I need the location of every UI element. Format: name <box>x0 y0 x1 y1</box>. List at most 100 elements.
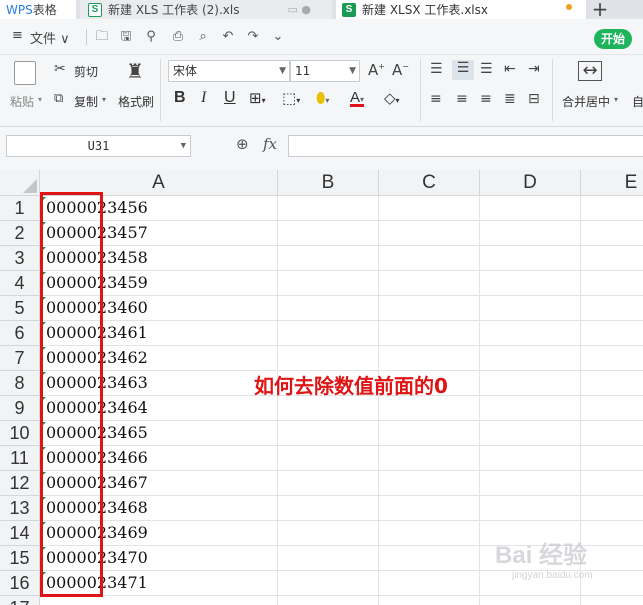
grid-cell[interactable] <box>278 571 379 596</box>
merge-center-icon[interactable]: ↔ <box>578 61 602 81</box>
paste-dropdown-icon[interactable]: ▾ <box>38 95 42 104</box>
grid-cell[interactable] <box>581 371 643 396</box>
justify-icon[interactable]: ≣ <box>504 91 516 107</box>
grid-cell[interactable] <box>581 421 643 446</box>
font-name-select[interactable]: 宋体 ▼ <box>168 60 290 82</box>
grid-cell[interactable] <box>581 546 643 571</box>
grid-cell[interactable] <box>480 446 581 471</box>
grid-cell[interactable] <box>581 471 643 496</box>
copy-dropdown-icon[interactable]: ▾ <box>102 95 106 104</box>
align-center-icon[interactable]: ≡ <box>456 91 468 107</box>
grid-cell[interactable] <box>379 596 480 605</box>
grid-cell[interactable] <box>278 421 379 446</box>
grid-cell[interactable] <box>379 446 480 471</box>
menu-icon[interactable]: ≡ <box>12 28 23 43</box>
grid-cell[interactable] <box>581 446 643 471</box>
grid-cell[interactable] <box>278 546 379 571</box>
zoom-icon[interactable]: ⊕ <box>236 135 249 153</box>
grid-cell[interactable] <box>379 471 480 496</box>
grid-cell[interactable] <box>581 396 643 421</box>
cell-a[interactable]: 0000023467 <box>40 471 278 496</box>
grid-cell[interactable] <box>480 196 581 221</box>
row-header[interactable]: 14 <box>0 521 40 546</box>
column-header-e[interactable]: E <box>581 170 643 196</box>
grid-cell[interactable] <box>379 321 480 346</box>
grid-cell[interactable] <box>278 196 379 221</box>
row-header[interactable]: 12 <box>0 471 40 496</box>
grid-cell[interactable] <box>278 521 379 546</box>
paste-icon[interactable] <box>14 61 36 85</box>
align-middle-icon[interactable]: ☰ <box>452 60 474 80</box>
italic-button[interactable]: I <box>201 89 206 107</box>
grid-cell[interactable] <box>379 296 480 321</box>
redo-icon[interactable]: ↷ <box>245 29 261 45</box>
row-header[interactable]: 10 <box>0 421 40 446</box>
grid-cell[interactable] <box>581 196 643 221</box>
highlight-color-icon[interactable]: ⬮▾ <box>316 89 329 107</box>
increase-indent-icon[interactable]: ⇥ <box>528 61 540 77</box>
grid-cell[interactable] <box>278 396 379 421</box>
distributed-align-icon[interactable]: ⊟ <box>528 91 540 107</box>
align-bottom-icon[interactable]: ☰ <box>480 61 493 77</box>
borders-icon[interactable]: ⊞▾ <box>249 89 266 107</box>
cell-a[interactable]: 0000023461 <box>40 321 278 346</box>
grid-cell[interactable] <box>278 321 379 346</box>
row-header[interactable]: 3 <box>0 246 40 271</box>
undo-icon[interactable]: ↶ <box>220 29 236 45</box>
copy-icon[interactable]: ⧉ <box>54 91 63 106</box>
grid-cell[interactable] <box>581 296 643 321</box>
merge-dropdown-icon[interactable]: ▾ <box>614 95 618 104</box>
row-header[interactable]: 9 <box>0 396 40 421</box>
print-preview-icon[interactable]: ⌕ <box>195 29 211 45</box>
row-header[interactable]: 16 <box>0 571 40 596</box>
cell-a[interactable]: 0000023457 <box>40 221 278 246</box>
open-folder-icon[interactable]: 🗀 <box>94 29 110 45</box>
grid-cell[interactable] <box>480 596 581 605</box>
row-header[interactable]: 5 <box>0 296 40 321</box>
grid-cell[interactable] <box>480 496 581 521</box>
new-tab-button[interactable]: + <box>590 0 610 21</box>
grid-cell[interactable] <box>480 271 581 296</box>
decrease-indent-icon[interactable]: ⇤ <box>504 61 516 77</box>
cell-a[interactable]: 0000023460 <box>40 296 278 321</box>
grid-cell[interactable] <box>379 246 480 271</box>
grid-cell[interactable] <box>379 196 480 221</box>
grid-cell[interactable] <box>278 246 379 271</box>
start-tab-button[interactable]: 开始 <box>594 29 632 49</box>
cell-fill-icon[interactable]: ⬚▾ <box>282 89 300 107</box>
increase-font-icon[interactable]: A+ <box>368 61 385 79</box>
name-box[interactable]: U31 ▼ <box>6 135 191 157</box>
row-header[interactable]: 7 <box>0 346 40 371</box>
grid-cell[interactable] <box>278 446 379 471</box>
underline-button[interactable]: U <box>224 89 236 107</box>
print-icon[interactable]: ⎙ <box>170 29 186 45</box>
grid-cell[interactable] <box>278 471 379 496</box>
grid-cell[interactable] <box>379 546 480 571</box>
grid-cell[interactable] <box>379 396 480 421</box>
tab-wps-home[interactable]: WPS 表格 <box>0 0 76 19</box>
grid-cell[interactable] <box>480 221 581 246</box>
decrease-font-icon[interactable]: A− <box>392 61 409 79</box>
grid-cell[interactable] <box>480 396 581 421</box>
row-header[interactable]: 11 <box>0 446 40 471</box>
cell-a[interactable]: 0000023469 <box>40 521 278 546</box>
column-header-d[interactable]: D <box>480 170 581 196</box>
grid-cell[interactable] <box>379 271 480 296</box>
grid-cell[interactable] <box>480 471 581 496</box>
scissors-icon[interactable]: ✂ <box>54 61 66 77</box>
align-top-icon[interactable]: ☰ <box>430 61 443 77</box>
grid-cell[interactable] <box>480 371 581 396</box>
grid-cell[interactable] <box>379 346 480 371</box>
customize-icon[interactable]: ⌄ <box>270 29 286 45</box>
grid-cell[interactable] <box>480 321 581 346</box>
grid-cell[interactable] <box>480 421 581 446</box>
row-header[interactable]: 15 <box>0 546 40 571</box>
grid-cell[interactable] <box>278 346 379 371</box>
link-icon[interactable]: ⚲ <box>143 29 159 45</box>
clear-format-icon[interactable]: ◇▾ <box>384 89 400 107</box>
cell-a[interactable]: 0000023463 <box>40 371 278 396</box>
select-all-corner[interactable] <box>0 170 40 196</box>
grid-cell[interactable] <box>278 221 379 246</box>
grid-cell[interactable] <box>379 496 480 521</box>
grid-cell[interactable] <box>581 246 643 271</box>
